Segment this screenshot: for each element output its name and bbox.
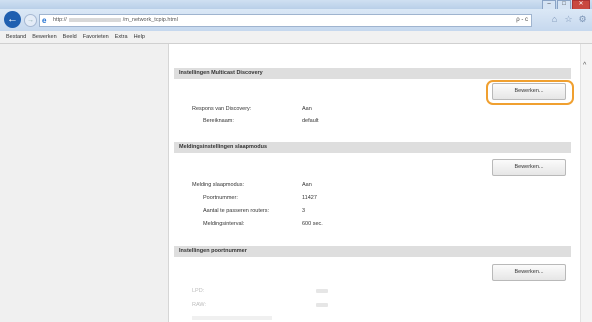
menu-item-favorieten[interactable]: Favorieten (83, 34, 109, 40)
browser-toolbar-icons: ⌂ ☆ ⚙ (546, 14, 588, 25)
faded-row (192, 316, 272, 320)
favorites-star-icon[interactable]: ☆ (563, 14, 574, 25)
navigation-bar: ← → e http:///m_network_tcpip.html ρ - c… (0, 9, 592, 31)
menu-item-help[interactable]: Help (134, 34, 145, 40)
value-scope-name: default (302, 118, 319, 124)
address-controls[interactable]: ρ - c (516, 16, 528, 25)
menu-item-bestand[interactable]: Bestand (6, 34, 26, 40)
window-controls: – □ ✕ (541, 0, 590, 10)
vertical-scrollbar[interactable]: ^ (580, 44, 592, 322)
label-scope-name: Bereiknaam: (203, 118, 234, 124)
menu-item-beeld[interactable]: Beeld (63, 34, 77, 40)
menu-item-extra[interactable]: Extra (115, 34, 128, 40)
value-port-number: 11427 (302, 195, 317, 201)
label-router-count: Aantal te passeren routers: (203, 208, 270, 214)
label-port-number: Poortnummer: (203, 195, 238, 201)
home-icon[interactable]: ⌂ (549, 14, 560, 25)
edit-button-sleep[interactable]: Bewerken... (492, 159, 566, 176)
label-raw: RAW: (192, 302, 207, 308)
label-sleep-notification: Melding slaapmodus: (192, 182, 244, 188)
value-sleep-notification: Aan (302, 182, 312, 188)
value-discovery-response: Aan (302, 106, 312, 112)
label-discovery-response: Respons van Discovery: (192, 106, 252, 112)
window-title-bar: – □ ✕ (0, 0, 592, 10)
edit-button-multicast[interactable]: Bewerken... (492, 83, 566, 100)
value-lpd-obscured (316, 289, 328, 293)
section-title-multicast: Instellingen Multicast Discovery (174, 68, 571, 79)
address-url: http:///m_network_tcpip.html (53, 17, 178, 23)
forward-button[interactable]: → (24, 14, 37, 27)
label-lpd: LPD: (192, 288, 205, 294)
left-sidebar (0, 44, 169, 322)
settings-gear-icon[interactable]: ⚙ (577, 14, 588, 25)
section-title-sleep: Meldingsinstellingen slaapmodus (174, 142, 571, 153)
menu-bar: Bestand Bewerken Beeld Favorieten Extra … (0, 31, 592, 44)
scroll-up-icon[interactable]: ^ (583, 62, 586, 69)
ie-icon: e (42, 16, 47, 25)
menu-item-bewerken[interactable]: Bewerken (32, 34, 56, 40)
back-button[interactable]: ← (4, 11, 21, 28)
value-router-count: 3 (302, 208, 306, 214)
address-bar[interactable]: e http:///m_network_tcpip.html ρ - c (39, 14, 532, 27)
label-notification-interval: Meldingsinterval: (203, 221, 245, 227)
edit-button-ports[interactable]: Bewerken... (492, 264, 566, 281)
value-notification-interval: 600 sec. (302, 221, 323, 227)
value-raw-obscured (316, 303, 328, 307)
section-title-ports: Instellingen poortnummer (174, 246, 571, 257)
